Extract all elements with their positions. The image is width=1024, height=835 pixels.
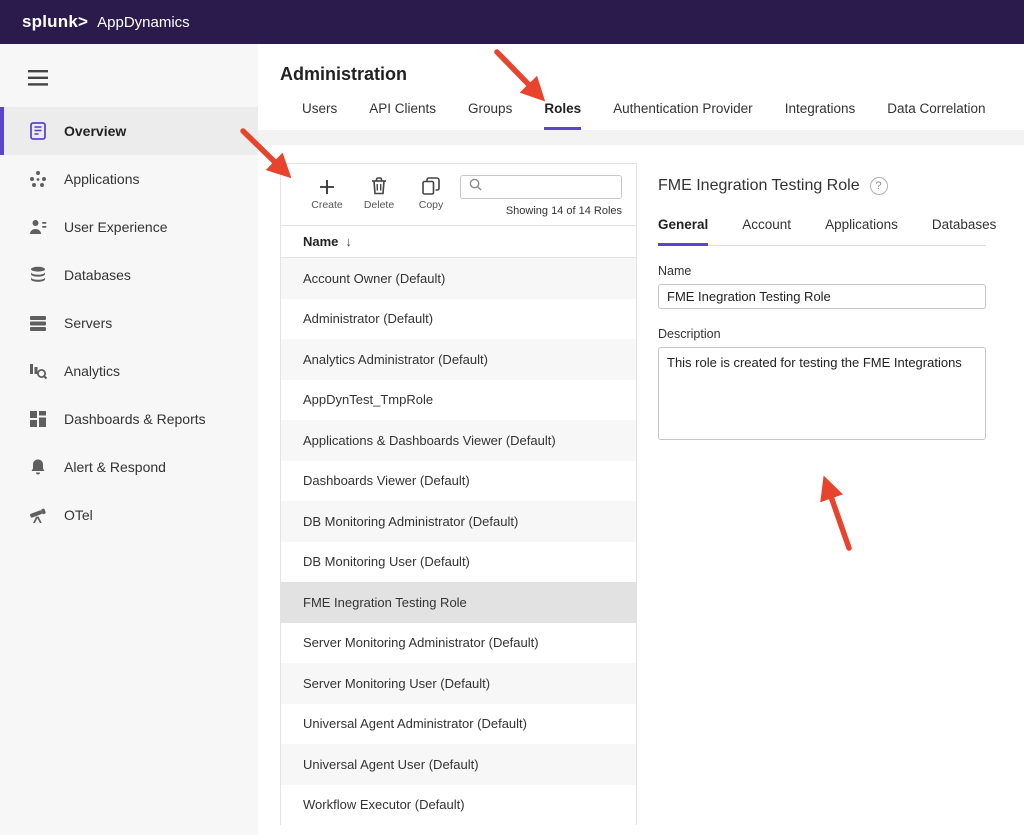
- sidebar-item-label: Servers: [64, 315, 112, 331]
- role-title-row: FME Inegration Testing Role ?: [658, 177, 986, 195]
- bell-icon: [28, 458, 48, 476]
- role-row[interactable]: Dashboards Viewer (Default): [281, 461, 636, 502]
- create-button[interactable]: Create: [303, 175, 351, 211]
- sidebar-item-servers[interactable]: Servers: [0, 299, 258, 347]
- role-row[interactable]: Account Owner (Default): [281, 258, 636, 299]
- create-button-label: Create: [311, 199, 343, 211]
- tab-integrations[interactable]: Integrations: [785, 101, 856, 130]
- database-icon: [28, 266, 48, 284]
- sidebar-item-alert-respond[interactable]: Alert & Respond: [0, 443, 258, 491]
- roles-search[interactable]: [460, 175, 622, 199]
- role-row[interactable]: Applications & Dashboards Viewer (Defaul…: [281, 420, 636, 461]
- user-icon: [28, 218, 48, 236]
- role-row[interactable]: Administrator (Default): [281, 299, 636, 340]
- role-detail-tabs: General Account Applications Databases: [658, 217, 986, 246]
- dashboards-icon: [28, 410, 48, 428]
- sidebar-item-analytics[interactable]: Analytics: [0, 347, 258, 395]
- sidebar-item-label: Applications: [64, 171, 140, 187]
- search-icon: [469, 178, 482, 196]
- role-row[interactable]: Analytics Administrator (Default): [281, 339, 636, 380]
- tab-users[interactable]: Users: [302, 101, 337, 130]
- help-icon[interactable]: ?: [870, 177, 888, 195]
- sidebar-item-label: Alert & Respond: [64, 459, 166, 475]
- role-row[interactable]: AppDynTest_TmpRole: [281, 380, 636, 421]
- page: splunk> AppDynamics Overview: [0, 0, 1024, 835]
- sidebar-item-dashboards-reports[interactable]: Dashboards & Reports: [0, 395, 258, 443]
- name-column-header[interactable]: Name ↓: [281, 226, 636, 258]
- top-bar: splunk> AppDynamics: [0, 0, 1024, 44]
- tab-api-clients[interactable]: API Clients: [369, 101, 436, 130]
- role-row-selected[interactable]: FME Inegration Testing Role: [281, 582, 636, 623]
- sidebar-item-label: Analytics: [64, 363, 120, 379]
- tab-roles[interactable]: Roles: [544, 101, 581, 130]
- telescope-icon: [28, 506, 48, 524]
- sidebar-nav: Overview Applications User Experience: [0, 107, 258, 539]
- role-name-input[interactable]: [658, 284, 986, 309]
- analytics-icon: [28, 362, 48, 380]
- copy-button-label: Copy: [419, 199, 444, 211]
- copy-button[interactable]: Copy: [407, 175, 455, 211]
- tab-groups[interactable]: Groups: [468, 101, 512, 130]
- role-row[interactable]: Server Monitoring Administrator (Default…: [281, 623, 636, 664]
- page-title: Administration: [280, 64, 1024, 85]
- plus-icon: [319, 175, 335, 195]
- roles-search-input[interactable]: [488, 180, 613, 194]
- roles-count: Showing 14 of 14 Roles: [506, 205, 622, 217]
- name-header-label: Name: [303, 234, 338, 249]
- main-area: Administration Users API Clients Groups …: [258, 44, 1024, 835]
- role-detail-panel: FME Inegration Testing Role ? General Ac…: [658, 163, 1024, 825]
- search-area: Showing 14 of 14 Roles: [460, 175, 622, 217]
- roles-content: Create Delete Copy: [258, 145, 1024, 825]
- sidebar-item-label: Dashboards & Reports: [64, 411, 206, 427]
- sidebar-item-otel[interactable]: OTel: [0, 491, 258, 539]
- copy-icon: [422, 175, 440, 195]
- roles-list-panel: Create Delete Copy: [280, 163, 637, 825]
- body: Overview Applications User Experience: [0, 44, 1024, 835]
- sidebar-item-label: Overview: [64, 123, 126, 139]
- tab-account[interactable]: Account: [742, 217, 791, 245]
- role-title: FME Inegration Testing Role: [658, 177, 860, 195]
- role-description-input[interactable]: This role is created for testing the FME…: [658, 347, 986, 440]
- roles-rows: Account Owner (Default) Administrator (D…: [281, 258, 636, 825]
- admin-tabs: Users API Clients Groups Roles Authentic…: [302, 101, 1024, 130]
- sidebar-item-label: Databases: [64, 267, 131, 283]
- sidebar-item-label: User Experience: [64, 219, 168, 235]
- sidebar-item-databases[interactable]: Databases: [0, 251, 258, 299]
- applications-icon: [28, 170, 48, 188]
- menu-toggle-button[interactable]: [0, 44, 60, 91]
- divider-band: [258, 130, 1024, 145]
- tab-applications[interactable]: Applications: [825, 217, 898, 245]
- product-name: AppDynamics: [97, 14, 190, 31]
- role-row[interactable]: Workflow Executor (Default): [281, 785, 636, 826]
- role-row[interactable]: DB Monitoring Administrator (Default): [281, 501, 636, 542]
- sidebar: Overview Applications User Experience: [0, 44, 258, 835]
- tab-general[interactable]: General: [658, 217, 708, 246]
- delete-button[interactable]: Delete: [355, 175, 403, 211]
- hamburger-icon: [28, 73, 48, 90]
- tab-data-correlation[interactable]: Data Correlation: [887, 101, 985, 130]
- server-icon: [28, 314, 48, 332]
- sort-desc-icon: ↓: [345, 234, 352, 249]
- trash-icon: [371, 175, 387, 195]
- role-row[interactable]: Server Monitoring User (Default): [281, 663, 636, 704]
- tab-databases[interactable]: Databases: [932, 217, 997, 245]
- description-label: Description: [658, 327, 986, 341]
- role-row[interactable]: Universal Agent Administrator (Default): [281, 704, 636, 745]
- overview-icon: [28, 122, 48, 140]
- sidebar-item-overview[interactable]: Overview: [0, 107, 258, 155]
- splunk-logo: splunk>: [22, 12, 88, 32]
- sidebar-item-user-experience[interactable]: User Experience: [0, 203, 258, 251]
- role-row[interactable]: Universal Agent User (Default): [281, 744, 636, 785]
- role-row[interactable]: DB Monitoring User (Default): [281, 542, 636, 583]
- delete-button-label: Delete: [364, 199, 394, 211]
- roles-table: Name ↓ Account Owner (Default) Administr…: [281, 226, 636, 825]
- name-label: Name: [658, 264, 986, 278]
- sidebar-item-label: OTel: [64, 507, 93, 523]
- roles-toolbar: Create Delete Copy: [281, 164, 636, 226]
- tab-authentication-provider[interactable]: Authentication Provider: [613, 101, 753, 130]
- sidebar-item-applications[interactable]: Applications: [0, 155, 258, 203]
